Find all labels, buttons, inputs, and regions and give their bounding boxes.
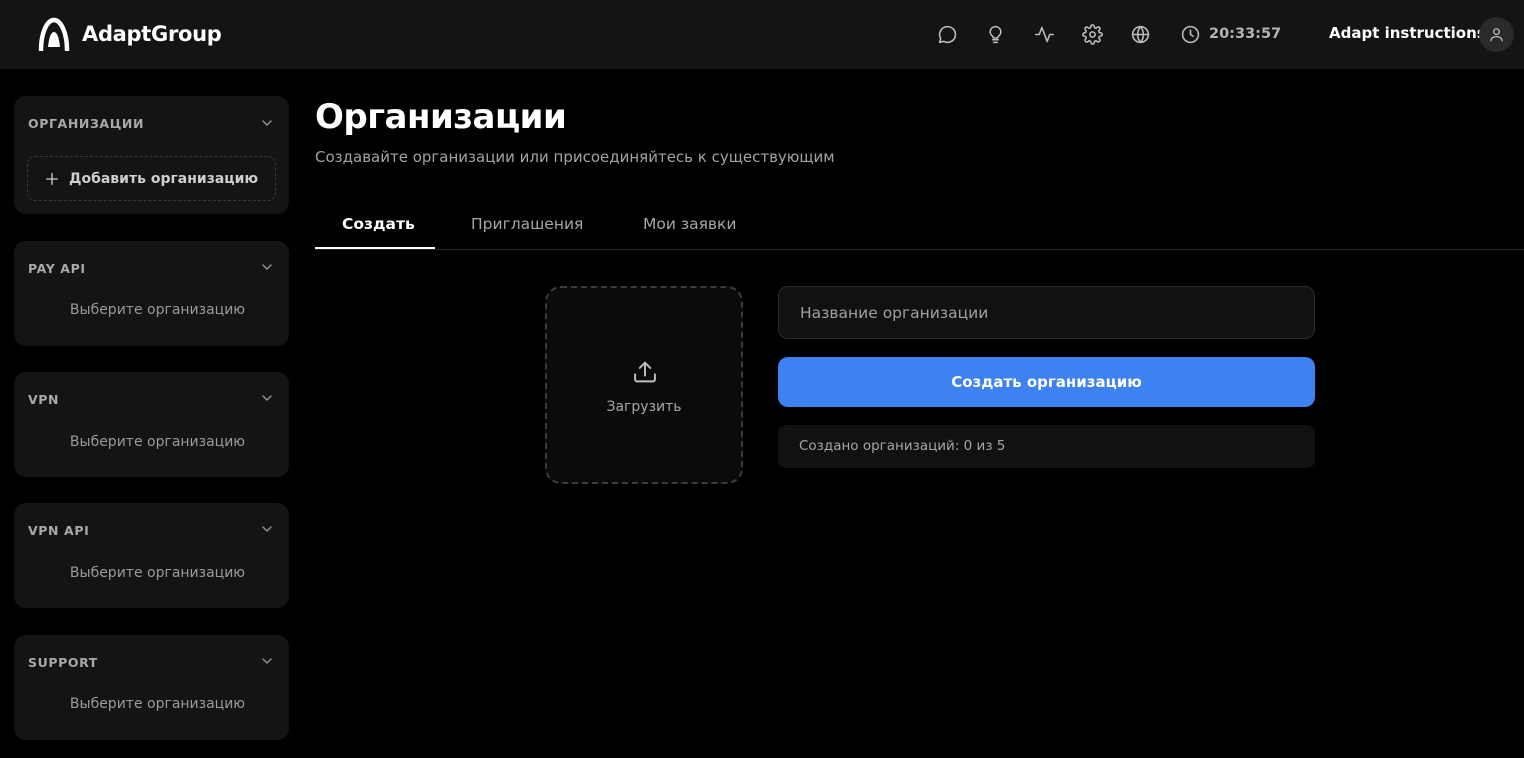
sidebar-card-organizations: ОРГАНИЗАЦИИ Добавить организацию [14, 96, 289, 214]
sidebar-card-title: VPN [28, 392, 60, 407]
add-organization-button[interactable]: Добавить организацию [27, 156, 276, 201]
tab-invitations[interactable]: Приглашения [471, 215, 583, 233]
sidebar-card-empty-text: Выберите организацию [69, 302, 246, 318]
sidebar-card-support: SUPPORT Выберите организацию [14, 635, 289, 740]
clock-time: 20:33:57 [1209, 26, 1282, 42]
upload-logo-dropzone[interactable]: Загрузить [545, 286, 743, 484]
sidebar-card-empty-text: Выберите организацию [69, 696, 246, 712]
sidebar-card-pay-api: PAY API Выберите организацию [14, 241, 289, 346]
sidebar-card-title: SUPPORT [28, 655, 98, 670]
tabs-divider [315, 249, 1524, 250]
tab-my-requests[interactable]: Мои заявки [643, 215, 737, 233]
globe-icon[interactable] [1128, 22, 1152, 46]
top-header: AdaptGroup 20:33:57 Adapt instructions [0, 0, 1524, 69]
sidebar-card-vpn-api: VPN API Выберите организацию [14, 503, 289, 608]
chat-icon[interactable] [935, 22, 959, 46]
plus-icon [46, 172, 58, 185]
upload-icon [634, 361, 656, 383]
page-title: Организации [315, 97, 567, 137]
user-name[interactable]: Adapt instructions [1329, 24, 1486, 42]
chevron-down-icon[interactable] [259, 390, 275, 406]
user-icon [1490, 28, 1503, 42]
create-organization-button[interactable]: Создать организацию [778, 357, 1315, 407]
page-subtitle: Создавайте организации или присоединяйте… [315, 148, 835, 166]
tab-create[interactable]: Создать [342, 215, 415, 233]
chevron-down-icon[interactable] [259, 115, 275, 131]
organization-count-text: Создано организаций: 0 из 5 [778, 425, 1315, 468]
active-tab-indicator [315, 247, 435, 249]
organization-name-input[interactable] [778, 286, 1315, 339]
sidebar-card-title: PAY API [28, 261, 86, 276]
add-organization-label: Добавить организацию [69, 170, 259, 187]
sidebar-card-title: VPN API [28, 523, 90, 538]
chevron-down-icon[interactable] [259, 259, 275, 275]
logo[interactable]: AdaptGroup [38, 16, 222, 52]
gear-icon[interactable] [1080, 22, 1104, 46]
chevron-down-icon[interactable] [259, 521, 275, 537]
activity-icon[interactable] [1032, 22, 1056, 46]
logo-icon [38, 17, 70, 51]
chevron-down-icon[interactable] [259, 653, 275, 669]
lightbulb-icon[interactable] [983, 22, 1007, 46]
sidebar-card-title: ОРГАНИЗАЦИИ [28, 116, 145, 131]
clock: 20:33:57 [1180, 22, 1281, 46]
clock-icon [1181, 25, 1200, 43]
sidebar-card-vpn: VPN Выберите организацию [14, 372, 289, 477]
sidebar-card-empty-text: Выберите организацию [69, 434, 246, 450]
upload-label: Загрузить [606, 399, 682, 415]
logo-text: AdaptGroup [82, 22, 222, 46]
sidebar-card-empty-text: Выберите организацию [69, 565, 246, 581]
avatar[interactable] [1479, 17, 1514, 52]
